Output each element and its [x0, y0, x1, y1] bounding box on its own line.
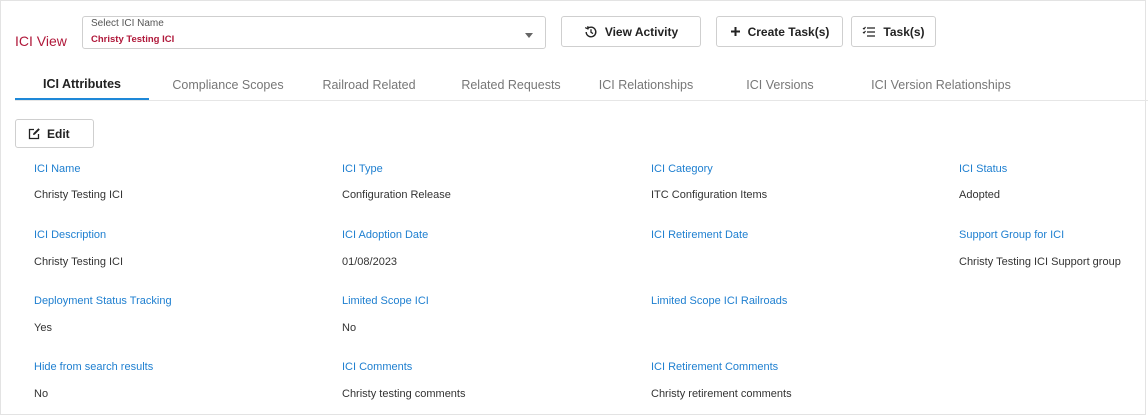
top-bar: ICI View Select ICI Name Christy Testing… [0, 0, 1148, 60]
select-label: Select ICI Name [91, 18, 164, 29]
deployment-status-tracking-value: Yes [34, 322, 52, 334]
task-list-icon [863, 26, 876, 37]
ici-comments-value: Christy testing comments [342, 388, 466, 400]
create-tasks-button[interactable]: Create Task(s) [716, 16, 843, 47]
ici-description-value: Christy Testing ICI [34, 256, 124, 268]
limited-scope-ici-label: Limited Scope ICI [342, 295, 429, 307]
tab-ici-version-relationships[interactable]: ICI Version Relationships [859, 70, 1023, 100]
view-activity-button[interactable]: View Activity [561, 16, 701, 47]
edit-button[interactable]: Edit [15, 119, 94, 148]
ici-type-label: ICI Type [342, 163, 383, 175]
history-icon [584, 25, 597, 37]
limited-scope-railroads-label: Limited Scope ICI Railroads [651, 295, 788, 307]
limited-scope-ici-value: No [342, 322, 357, 334]
tab-compliance-scopes[interactable]: Compliance Scopes [158, 70, 298, 100]
tab-related-requests[interactable]: Related Requests [446, 70, 576, 100]
plus-icon [730, 27, 740, 36]
ici-type-value: Configuration Release [342, 189, 451, 201]
support-group-value: Christy Testing ICI Support group [959, 256, 1121, 268]
ici-name-select[interactable]: Select ICI Name Christy Testing ICI [82, 16, 546, 49]
chevron-down-icon[interactable] [525, 33, 533, 38]
create-tasks-label: Create Task(s) [747, 24, 830, 39]
ici-status-value: Adopted [959, 189, 1000, 201]
ici-adoption-date-value: 01/08/2023 [342, 256, 398, 268]
view-activity-label: View Activity [604, 24, 679, 39]
tab-railroad-related[interactable]: Railroad Related [307, 70, 431, 100]
ici-category-label: ICI Category [651, 163, 713, 175]
tab-ici-attributes[interactable]: ICI Attributes [15, 70, 149, 100]
hide-from-search-label: Hide from search results [34, 361, 154, 373]
ici-comments-label: ICI Comments [342, 361, 413, 373]
ici-category-value: ITC Configuration Items [651, 189, 768, 201]
support-group-label: Support Group for ICI [959, 229, 1065, 241]
page-title: ICI View [15, 33, 67, 49]
tasks-button[interactable]: Task(s) [851, 16, 936, 47]
edit-icon [28, 128, 40, 140]
ici-retirement-comments-label: ICI Retirement Comments [651, 361, 779, 373]
select-value: Christy Testing ICI [91, 34, 175, 45]
ici-adoption-date-label: ICI Adoption Date [342, 229, 429, 241]
ici-name-label: ICI Name [34, 163, 81, 175]
tab-bar: ICI Attributes Compliance Scopes Railroa… [15, 70, 1148, 101]
ici-retirement-date-label: ICI Retirement Date [651, 229, 749, 241]
edit-label: Edit [47, 126, 70, 141]
hide-from-search-value: No [34, 388, 49, 400]
ici-status-label: ICI Status [959, 163, 1008, 175]
tab-ici-versions[interactable]: ICI Versions [730, 70, 830, 100]
page-frame [0, 0, 1146, 415]
ici-description-label: ICI Description [34, 229, 107, 241]
ici-retirement-comments-value: Christy retirement comments [651, 388, 792, 400]
tasks-label: Task(s) [883, 24, 925, 39]
tab-ici-relationships[interactable]: ICI Relationships [581, 70, 711, 100]
ici-name-value: Christy Testing ICI [34, 189, 124, 201]
deployment-status-tracking-label: Deployment Status Tracking [34, 295, 172, 307]
